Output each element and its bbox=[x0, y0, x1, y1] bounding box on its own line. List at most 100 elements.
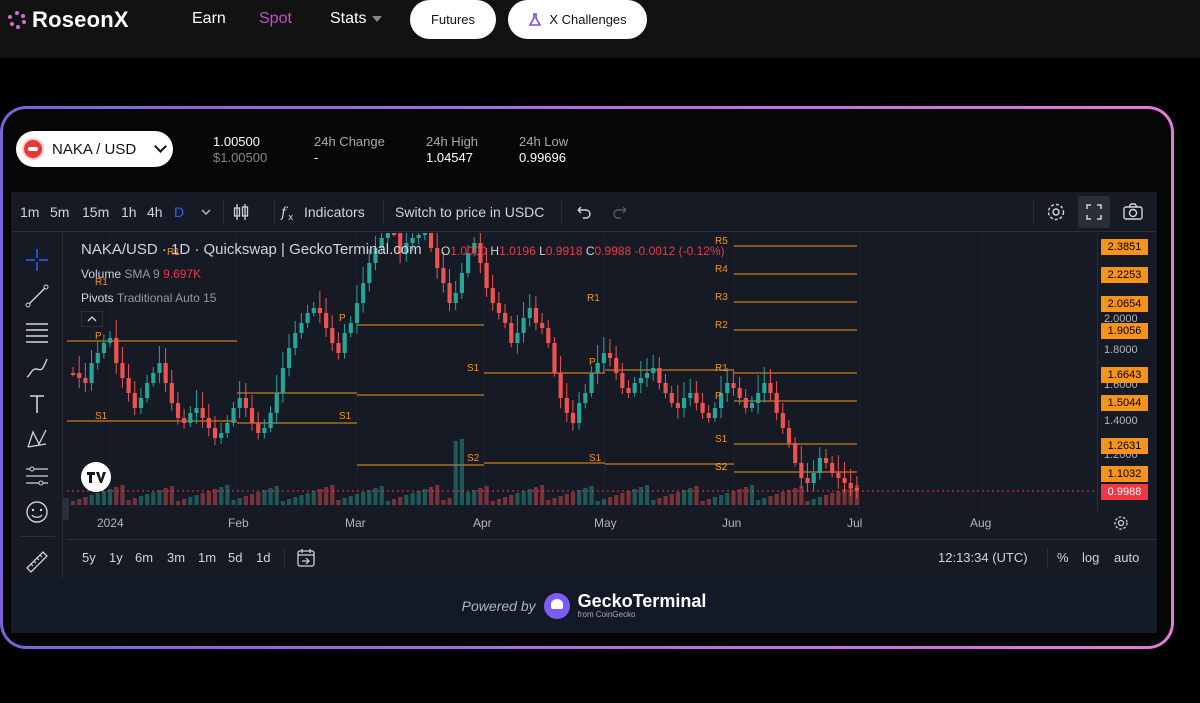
candle-body bbox=[274, 393, 279, 413]
candle-body bbox=[317, 308, 323, 313]
futures-button[interactable]: Futures bbox=[410, 0, 496, 39]
low-value: 0.99696 bbox=[519, 150, 566, 165]
volume-bar bbox=[237, 498, 242, 505]
candle-body bbox=[293, 333, 298, 348]
time-label: Feb bbox=[228, 516, 249, 530]
x-challenges-button[interactable]: X Challenges bbox=[508, 0, 647, 39]
pivot-label: S1 bbox=[715, 434, 728, 445]
volume-bar bbox=[410, 493, 415, 505]
pivot-price-tag: 2.2253 bbox=[1101, 267, 1148, 283]
range-5d[interactable]: 5d bbox=[228, 550, 242, 565]
volume-bar bbox=[626, 491, 631, 505]
time-axis[interactable]: 2024 Feb Mar Apr May Jun Jul Aug bbox=[67, 511, 1157, 535]
volume-bar bbox=[484, 486, 489, 505]
pair-selector[interactable]: NAKA / USD bbox=[16, 131, 173, 167]
candle-body bbox=[120, 363, 125, 378]
undo-icon[interactable] bbox=[571, 200, 595, 224]
candle-body bbox=[694, 393, 699, 403]
camera-icon[interactable] bbox=[1121, 200, 1145, 224]
candles-icon[interactable] bbox=[229, 200, 253, 224]
volume-bar bbox=[570, 492, 576, 505]
interval-5m[interactable]: 5m bbox=[50, 204, 69, 220]
chevron-down-icon[interactable] bbox=[194, 200, 218, 224]
candle-body bbox=[589, 373, 594, 393]
candle-body bbox=[151, 373, 156, 383]
candle-body bbox=[663, 383, 668, 393]
candle-body bbox=[145, 383, 150, 398]
prediction-icon[interactable] bbox=[24, 463, 50, 489]
volume-bar bbox=[836, 491, 841, 505]
chart-toolbar: 1m 5m 15m 1h 4h D fx Indicators Switch t… bbox=[11, 192, 1157, 232]
ruler-icon[interactable] bbox=[24, 549, 50, 575]
candle-body bbox=[577, 403, 582, 423]
volume-bar bbox=[490, 501, 495, 505]
interval-4h[interactable]: 4h bbox=[147, 204, 163, 220]
candle-body bbox=[169, 383, 174, 403]
volume-bar bbox=[101, 491, 107, 505]
text-tool-icon[interactable] bbox=[24, 391, 50, 417]
log-toggle[interactable]: log bbox=[1082, 550, 1099, 565]
volume-bar bbox=[120, 485, 125, 505]
fib-retracement-icon[interactable] bbox=[24, 319, 50, 345]
candlestick-chart bbox=[67, 233, 1097, 511]
volume-bar bbox=[206, 491, 211, 505]
utc-clock[interactable]: 12:13:34 (UTC) bbox=[938, 550, 1028, 565]
nav-earn[interactable]: Earn bbox=[192, 10, 226, 28]
volume-bar bbox=[95, 493, 100, 505]
axis-settings-icon[interactable] bbox=[1112, 514, 1130, 532]
price-plot[interactable]: NAKA/USD · 1D · Quickswap | GeckoTermina… bbox=[67, 233, 1097, 511]
interval-1m[interactable]: 1m bbox=[20, 204, 39, 220]
time-label: Mar bbox=[345, 516, 366, 530]
indicators-fx-icon[interactable]: fx bbox=[277, 200, 301, 224]
volume-bar bbox=[496, 499, 502, 505]
crosshair-icon[interactable] bbox=[24, 247, 50, 273]
price-axis[interactable]: 2.0000 1.8000 1.6000 1.4000 1.2000 2.385… bbox=[1097, 233, 1157, 511]
high-stat: 24h High 1.04547 bbox=[426, 134, 478, 166]
nav-spot[interactable]: Spot bbox=[259, 10, 292, 28]
candle-body bbox=[762, 383, 767, 393]
range-6m[interactable]: 6m bbox=[135, 550, 153, 565]
volume-bar bbox=[558, 496, 563, 505]
c-value: 0.9988 bbox=[594, 244, 632, 258]
indicators-button[interactable]: Indicators bbox=[304, 204, 365, 220]
volume-bar bbox=[589, 486, 594, 505]
redo-icon[interactable] bbox=[609, 200, 633, 224]
emoji-icon[interactable] bbox=[24, 499, 50, 525]
tradingview-logo[interactable] bbox=[81, 462, 111, 492]
time-label: Jun bbox=[722, 516, 742, 530]
range-1y[interactable]: 1y bbox=[109, 550, 123, 565]
high-value: 1.04547 bbox=[426, 150, 473, 165]
pivot-price-tag: 2.3851 bbox=[1101, 239, 1148, 255]
candle-body bbox=[188, 413, 193, 423]
brush-icon[interactable] bbox=[24, 355, 50, 381]
volume-bar bbox=[552, 498, 557, 505]
range-5y[interactable]: 5y bbox=[82, 550, 96, 565]
candle-body bbox=[706, 413, 711, 418]
settings-gear-icon[interactable] bbox=[1044, 200, 1068, 224]
interval-1h[interactable]: 1h bbox=[121, 204, 137, 220]
range-1d[interactable]: 1d bbox=[256, 550, 270, 565]
range-3m[interactable]: 3m bbox=[167, 550, 185, 565]
interval-15m[interactable]: 15m bbox=[82, 204, 109, 220]
pivots-legend[interactable]: Pivots Traditional Auto 15 bbox=[81, 291, 216, 305]
volume-bar bbox=[533, 487, 539, 505]
interval-d[interactable]: D bbox=[174, 204, 184, 220]
collapse-legend-button[interactable] bbox=[81, 311, 103, 327]
range-1m[interactable]: 1m bbox=[198, 550, 216, 565]
candle-body bbox=[459, 273, 464, 293]
volume-bar bbox=[299, 495, 304, 505]
switch-price-button[interactable]: Switch to price in USDC bbox=[395, 204, 544, 220]
trend-line-icon[interactable] bbox=[24, 283, 50, 309]
volume-bar bbox=[786, 490, 792, 505]
volume-bar bbox=[441, 500, 446, 505]
pattern-icon[interactable] bbox=[24, 427, 50, 453]
powered-by-footer[interactable]: Powered by GeckoTerminal from CoinGecko bbox=[11, 578, 1157, 633]
volume-bar bbox=[256, 492, 261, 505]
auto-toggle[interactable]: auto bbox=[1114, 550, 1139, 565]
roseonx-logo[interactable]: RoseonX bbox=[8, 6, 129, 34]
fullscreen-button[interactable] bbox=[1078, 196, 1110, 228]
volume-bar bbox=[669, 494, 674, 505]
nav-stats[interactable]: Stats bbox=[330, 10, 383, 28]
calendar-goto-icon[interactable] bbox=[295, 547, 317, 569]
percent-toggle[interactable]: % bbox=[1057, 550, 1069, 565]
